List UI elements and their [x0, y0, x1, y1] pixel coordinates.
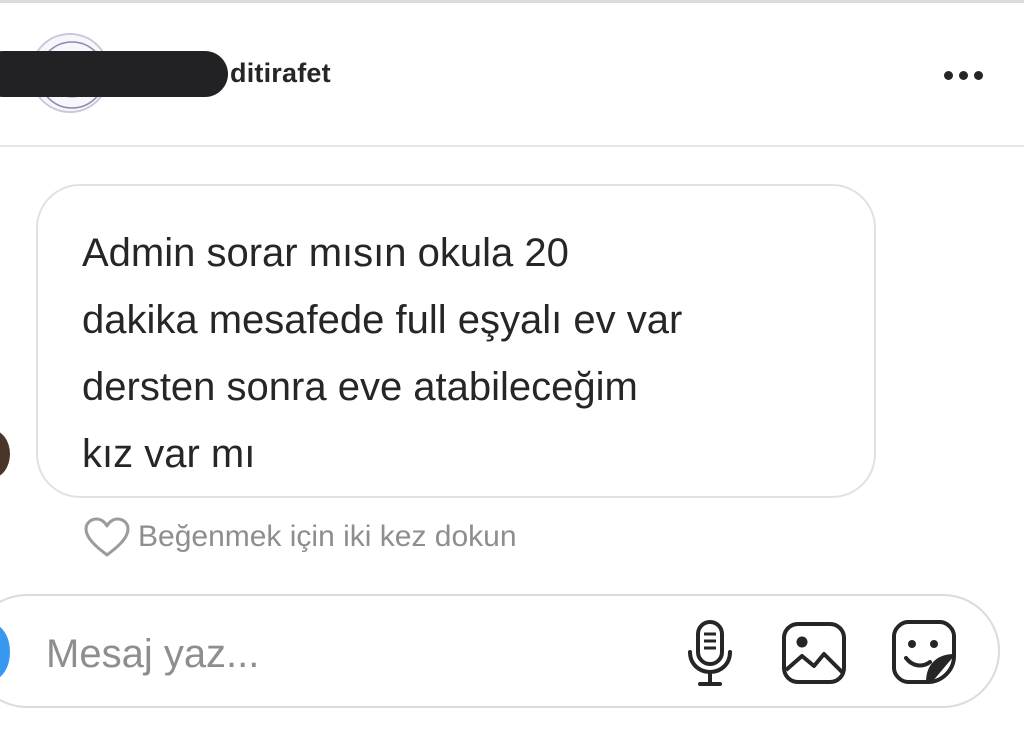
message-input[interactable] — [46, 626, 646, 682]
heart-icon[interactable] — [82, 515, 132, 559]
message-line: kız var mı — [82, 432, 256, 476]
gallery-icon[interactable] — [780, 620, 848, 686]
more-options-icon[interactable] — [940, 65, 988, 85]
like-hint-text: Beğenmek için iki kez dokun — [138, 520, 517, 553]
redacted-username-bar — [0, 51, 228, 97]
sender-avatar[interactable] — [0, 430, 10, 478]
message-bubble[interactable]: Admin sorar mısın okula 20 dakika mesafe… — [36, 184, 876, 498]
chat-username[interactable]: ditirafet — [230, 58, 331, 89]
chat-header: ditirafet — [0, 3, 1024, 147]
message-line: dakika mesafede full eşyalı ev var — [82, 298, 683, 342]
microphone-icon[interactable] — [684, 618, 736, 690]
message-line: dersten sonra eve atabileceğim — [82, 365, 638, 409]
message-text: Admin sorar mısın okula 20 dakika mesafe… — [82, 220, 842, 488]
message-line: Admin sorar mısın okula 20 — [82, 231, 569, 275]
like-hint-row[interactable]: Beğenmek için iki kez dokun — [82, 512, 517, 562]
direct-message-screen: ditirafet Admin sorar mısın okula 20 dak… — [0, 0, 1024, 746]
sticker-icon[interactable] — [890, 618, 958, 686]
